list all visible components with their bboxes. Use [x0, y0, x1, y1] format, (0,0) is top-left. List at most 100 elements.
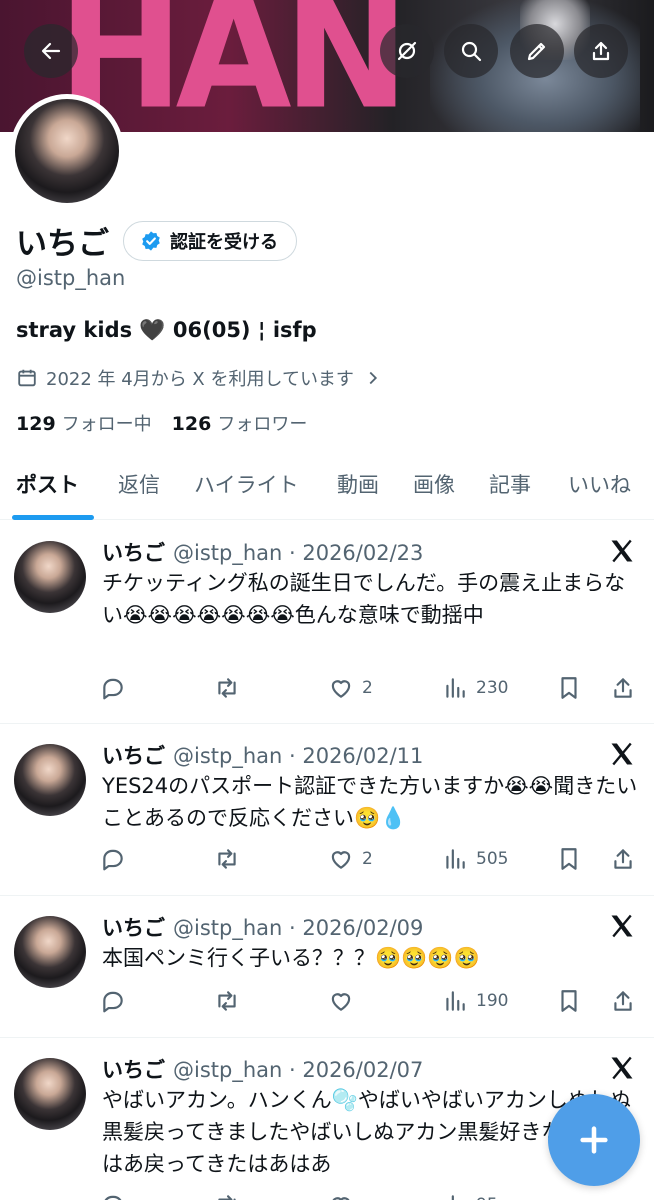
like-button[interactable]	[328, 988, 362, 1014]
views-chart-icon	[451, 1195, 454, 1200]
bookmark-icon	[561, 848, 577, 870]
share-button[interactable]	[574, 24, 628, 78]
views-button[interactable]: 230	[442, 675, 508, 701]
name-row: いちご 認証を受ける	[16, 218, 297, 263]
views-chart-icon	[446, 678, 465, 698]
tab-articles[interactable]: 記事	[489, 469, 531, 499]
compose-button[interactable]	[548, 1094, 640, 1186]
reply-button[interactable]	[100, 675, 126, 701]
share-post-button[interactable]	[610, 846, 636, 872]
post-actions: 190	[100, 988, 640, 1016]
repost-icon	[218, 678, 236, 698]
tab-replies[interactable]: 返信	[118, 469, 160, 499]
profile-handle: @istp_han	[16, 266, 126, 290]
repost-button[interactable]	[214, 846, 240, 872]
bookmark-button[interactable]	[556, 675, 582, 701]
profile-avatar[interactable]	[10, 94, 124, 208]
share-post-button[interactable]	[610, 675, 636, 701]
post-author-name[interactable]: いちご	[102, 744, 165, 768]
profile-tabs: ポスト 返信 ハイライト 動画 画像 記事 いいね	[0, 455, 654, 520]
heart-icon	[332, 1197, 350, 1200]
pencil-icon	[527, 42, 546, 61]
grok-icon	[397, 41, 417, 61]
bookmark-icon	[561, 990, 577, 1012]
active-tab-indicator	[12, 515, 94, 520]
repost-icon	[218, 849, 236, 869]
tab-highlights[interactable]: ハイライト	[194, 469, 299, 499]
post-actions: 2 505	[100, 846, 640, 874]
share-post-button[interactable]	[610, 988, 636, 1014]
reply-button[interactable]	[100, 1192, 126, 1200]
arrow-left-icon	[41, 42, 61, 60]
tab-likes[interactable]: いいね	[568, 469, 631, 499]
post[interactable]: いちご @istp_han · 2026/02/23 チケッティング私の誕生日でし…	[0, 521, 654, 724]
grok-button[interactable]	[380, 24, 434, 78]
post-avatar[interactable]	[14, 744, 86, 816]
tab-videos[interactable]: 動画	[337, 469, 379, 499]
get-verified-button[interactable]: 認証を受ける	[123, 220, 297, 261]
views-button[interactable]: 190	[442, 988, 508, 1014]
search-button[interactable]	[444, 24, 498, 78]
edit-button[interactable]	[510, 24, 564, 78]
profile-bio: stray kids 🖤 06(05) ¦ isfp	[16, 318, 317, 342]
x-logo-icon	[611, 539, 633, 563]
followers-link[interactable]: 126 フォロワー	[172, 410, 308, 436]
post-text: YES24のパスポート認証できた方いますか😭😭聞きたいことあるので反応ください🥹…	[102, 774, 638, 830]
post[interactable]: いちご @istp_han · 2026/02/09 本国ペンミ行く子いる？？？🥹…	[0, 896, 654, 1038]
post-author-name[interactable]: いちご	[102, 541, 165, 565]
views-chart-icon	[446, 849, 465, 869]
repost-button[interactable]	[214, 1192, 240, 1200]
reply-icon	[103, 991, 123, 1013]
views-button[interactable]: 505	[442, 846, 508, 872]
joined-label: 2022 年 4月から X を利用しています	[46, 369, 354, 390]
post-avatar[interactable]	[14, 541, 86, 613]
avatar-image	[15, 99, 119, 203]
post-author-name[interactable]: いちご	[102, 1058, 165, 1082]
get-verified-label: 認証を受ける	[170, 231, 278, 253]
reply-button[interactable]	[100, 846, 126, 872]
repost-icon	[218, 991, 236, 1011]
post-avatar[interactable]	[14, 1058, 86, 1130]
post-actions: 95	[100, 1192, 640, 1200]
search-icon	[461, 41, 482, 62]
bookmark-button[interactable]	[556, 846, 582, 872]
display-name: いちご	[16, 226, 109, 262]
repost-button[interactable]	[214, 988, 240, 1014]
share-icon	[614, 678, 632, 698]
like-button[interactable]: 2	[328, 846, 373, 872]
post-meta: @istp_han · 2026/02/11	[173, 744, 424, 768]
post[interactable]: いちご @istp_han · 2026/02/11 YES24のパスポート認証で…	[0, 724, 654, 896]
reply-icon	[103, 849, 123, 871]
tab-posts[interactable]: ポスト	[16, 469, 79, 499]
heart-icon	[331, 993, 351, 1011]
repost-icon	[218, 1195, 236, 1200]
x-logo-icon	[611, 1056, 633, 1080]
reply-icon	[103, 678, 123, 700]
back-button[interactable]	[24, 24, 78, 78]
like-button[interactable]	[328, 1192, 362, 1200]
joined-date[interactable]: 2022 年 4月から X を利用しています	[16, 365, 384, 391]
repost-button[interactable]	[214, 675, 240, 701]
following-count: 129	[16, 413, 56, 435]
plus-icon	[580, 1126, 608, 1154]
reply-button[interactable]	[100, 988, 126, 1014]
share-icon	[592, 41, 610, 61]
tab-images[interactable]: 画像	[413, 469, 455, 499]
view-count: 95	[476, 1195, 498, 1200]
share-icon	[614, 991, 632, 1011]
view-count: 230	[476, 678, 509, 698]
post-avatar[interactable]	[14, 916, 86, 988]
reply-icon	[104, 1195, 122, 1200]
post-meta: @istp_han · 2026/02/07	[173, 1058, 424, 1082]
bookmark-button[interactable]	[556, 988, 582, 1014]
following-link[interactable]: 129 フォロー中	[16, 410, 152, 436]
x-logo-icon	[611, 742, 633, 766]
post-text: チケッティング私の誕生日でしんだ。手の震え止まらない😭😭😭😭😭😭😭色んな意味で動…	[102, 571, 626, 627]
views-button[interactable]: 95	[442, 1192, 498, 1200]
like-count: 2	[362, 849, 373, 869]
like-count: 2	[362, 678, 373, 698]
post-text: 本国ペンミ行く子いる？？？🥹🥹🥹🥹	[102, 946, 480, 970]
post-author-name[interactable]: いちご	[102, 916, 165, 940]
heart-icon	[331, 851, 351, 869]
like-button[interactable]: 2	[328, 675, 373, 701]
